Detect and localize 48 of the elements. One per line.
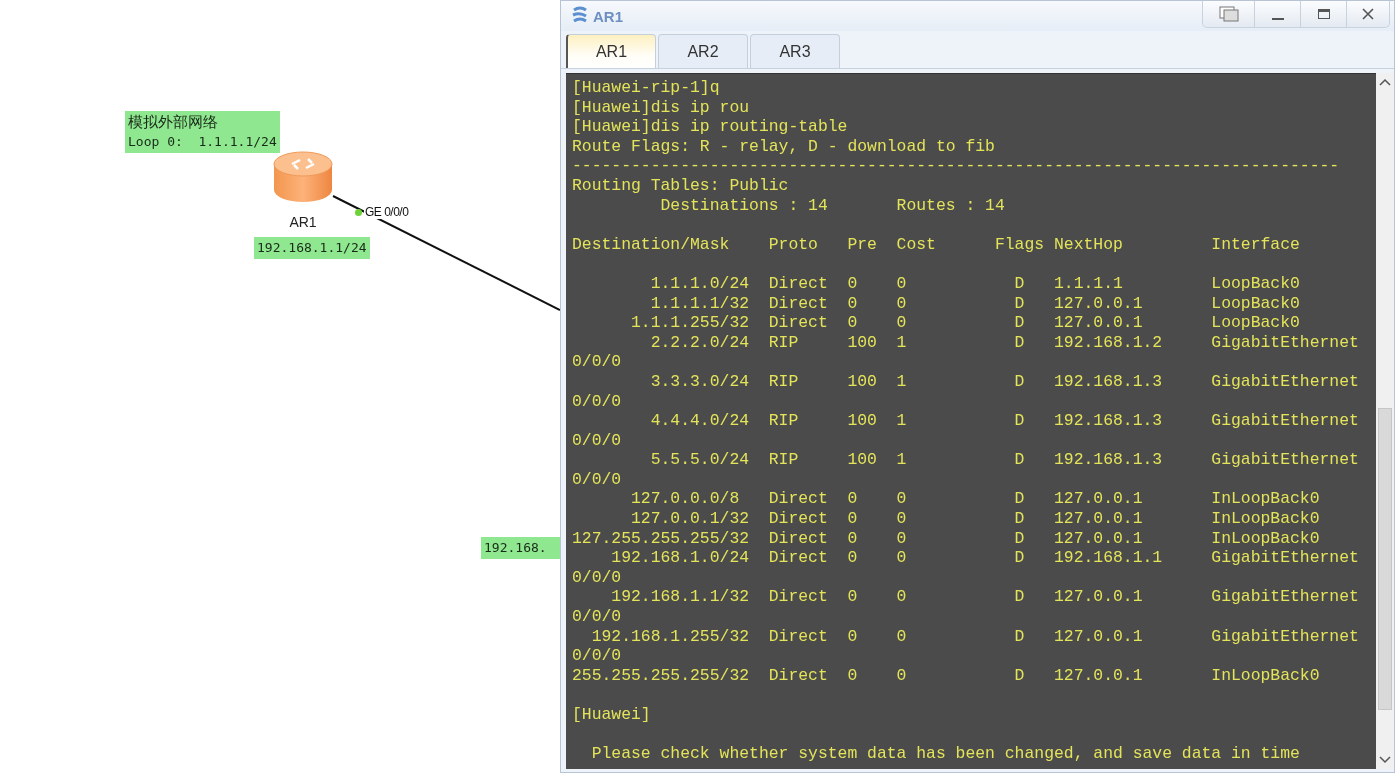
terminal-line: 255.255.255.255/32 Direct 0 0 D 127.0.0.1 InLoopBack0 bbox=[572, 665, 1321, 686]
terminal-line: 1.1.1.1/32 Direct 0 0 D 127.0.0.1 LoopBack0 bbox=[649, 293, 1301, 314]
terminal-line: 5.5.5.0/24 RIP 100 1 D 192.168.1.3 GigabitEthernet bbox=[649, 450, 1360, 470]
router-icon[interactable] bbox=[272, 148, 334, 204]
terminal-line: 3.3.3.0/24 RIP 100 1 D 192.168.1.3 GigabitEthernet bbox=[649, 371, 1360, 392]
window-title: AR1 bbox=[593, 7, 624, 25]
note-label: 192.168. bbox=[481, 537, 560, 559]
terminal-line: 1.1.1.0/24 Direct 0 0 D 1.1.1.1 LoopBack0 bbox=[649, 273, 1301, 294]
tab[interactable]: AR2 bbox=[658, 34, 748, 68]
terminal-line: 4.4.4.0/24 RIP 100 1 D 192.168.1.3 GigabitEthernet bbox=[649, 411, 1360, 431]
tab[interactable]: AR1 bbox=[566, 34, 656, 68]
terminal-line: 0/0/0 bbox=[572, 567, 623, 588]
restore-icon bbox=[1217, 5, 1240, 23]
terminal-line: [Huawei-rip-1]q bbox=[572, 78, 721, 98]
terminal-line: [Huawei]dis ip rou bbox=[572, 97, 751, 118]
note-label: 模拟外部网络 Loop 0: 1.1.1.1/24 bbox=[125, 111, 280, 153]
terminal-line: [Huawei] bbox=[572, 705, 652, 725]
terminal-line: 192.168.1.255/32 Direct 0 0 D 127.0.0.1 GigabitEthernet bbox=[590, 626, 1360, 647]
terminal-line: 192.168.1.1/32 Direct 0 0 D 127.0.0.1 GigabitEthernet bbox=[610, 587, 1360, 608]
terminal-line: 2.2.2.0/24 RIP 100 1 D 192.168.1.2 GigabitEthernet bbox=[649, 332, 1360, 353]
tab[interactable]: AR3 bbox=[750, 34, 840, 68]
port-label: GE 0/0/0 bbox=[364, 205, 410, 219]
terminal-line: 127.0.0.1/32 Direct 0 0 D 127.0.0.1 InLoopBack0 bbox=[630, 509, 1321, 529]
maximize-icon bbox=[1316, 7, 1331, 21]
terminal-line: ------------------------------------------------------------------------------ bbox=[572, 156, 1341, 176]
device-name: AR1 bbox=[289, 214, 317, 230]
terminal-line: Routing Tables: Public bbox=[572, 175, 790, 196]
scrollbar[interactable] bbox=[1376, 73, 1394, 769]
terminal-line: Route Flags: R - relay, D - download to fib bbox=[572, 136, 996, 157]
note-label: 192.168.1.1/24 bbox=[254, 237, 370, 259]
terminal-line: 0/0/0 bbox=[572, 391, 623, 412]
terminal-line: 0/0/0 bbox=[572, 646, 623, 666]
port-dot bbox=[355, 208, 362, 216]
terminal-line: [Huawei]dis ip routing-table bbox=[572, 117, 849, 137]
terminal-line: Destination/Mask Proto Pre Cost Flags NextHop Interface bbox=[572, 234, 1301, 255]
terminal-line: 0/0/0 bbox=[572, 607, 623, 627]
terminal-line: 0/0/0 bbox=[572, 352, 623, 372]
terminal-line: 0/0/0 bbox=[572, 469, 623, 490]
terminal-line: Destinations : 14 Routes : 14 bbox=[659, 195, 1006, 216]
scrollbar-thumb[interactable] bbox=[1378, 408, 1392, 710]
terminal-line: Please check whether system data has been changed, and save data in time bbox=[590, 744, 1301, 764]
terminal-line: 127.0.0.0/8 Direct 0 0 D 127.0.0.1 InLoopBack0 bbox=[630, 489, 1321, 510]
close-icon bbox=[1362, 8, 1374, 20]
minimize-icon bbox=[1271, 18, 1284, 20]
terminal-line: 1.1.1.255/32 Direct 0 0 D 127.0.0.1 LoopBack0 bbox=[630, 313, 1301, 333]
terminal-line: 127.255.255.255/32 Direct 0 0 D 127.0.0.1 InLoopBack0 bbox=[572, 528, 1321, 549]
terminal-line: 192.168.1.0/24 Direct 0 0 D 192.168.1.1 GigabitEthernet bbox=[610, 548, 1360, 568]
terminal-line: 0/0/0 bbox=[572, 430, 623, 451]
